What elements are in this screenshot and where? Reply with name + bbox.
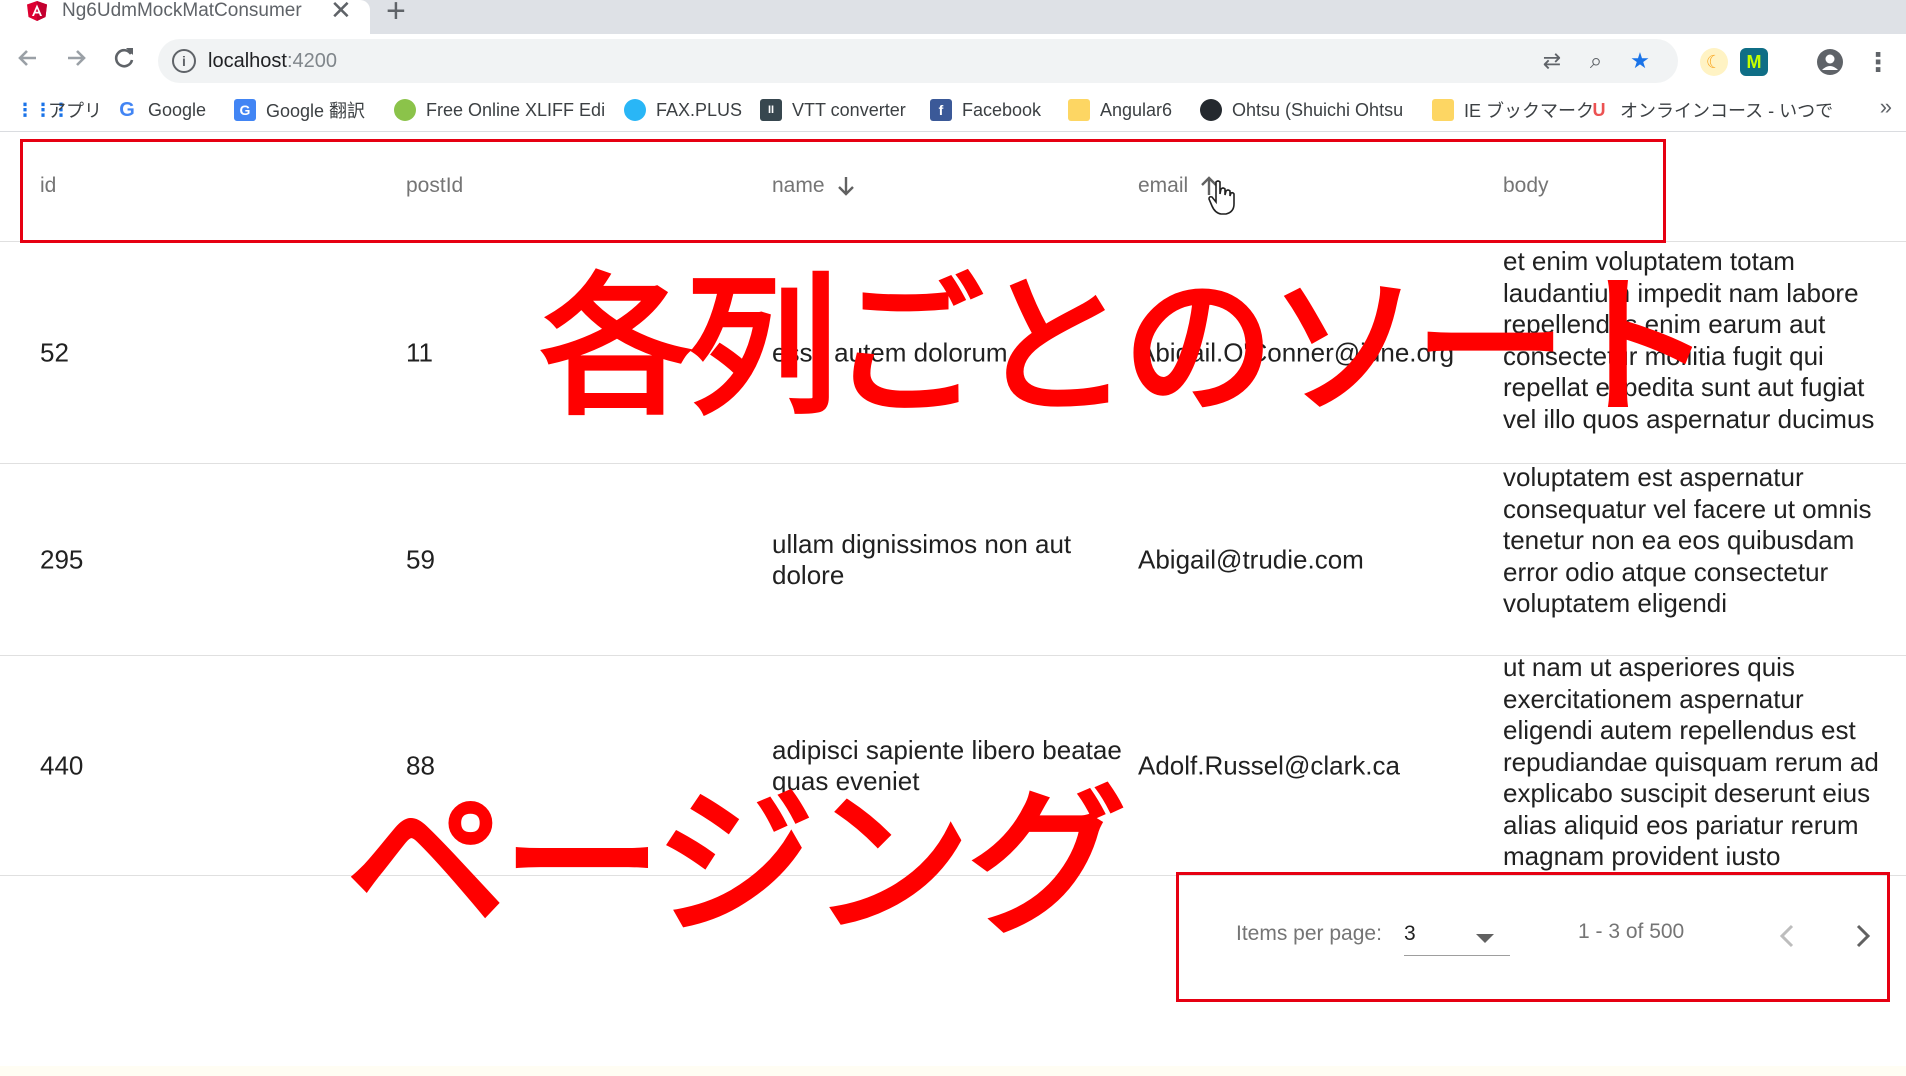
cell-email: Abigail@trudie.com [1138,544,1364,574]
bookmark-item[interactable]: U オンラインコース - いつで [1588,96,1834,124]
folder-icon [1068,99,1090,121]
reload-icon[interactable] [110,44,138,72]
bookmark-item[interactable]: FAX.PLUS [624,96,742,124]
close-tab-icon[interactable]: ✕ [330,0,352,23]
data-table: id postId name email body 52 11 esse aut… [0,132,1906,876]
extension-m-icon[interactable]: M [1740,48,1768,76]
extension-moon-icon[interactable]: ☾ [1700,48,1728,76]
bookmark-star-icon[interactable]: ★ [1626,47,1654,75]
table-row[interactable]: 295 59 ullam dignissimos non aut dolore … [0,462,1906,656]
bookmark-item[interactable]: G Google 翻訳 [234,96,365,124]
bookmark-item[interactable]: II VTT converter [760,96,906,124]
bookmark-item[interactable]: Angular6 [1068,96,1172,124]
bookmark-item[interactable]: Ohtsu (Shuichi Ohtsu [1200,96,1403,124]
cell-postid: 59 [406,544,435,574]
github-icon [1200,99,1222,121]
bookmark-item[interactable]: G Google [116,96,206,124]
cell-id: 52 [40,337,69,367]
cell-name: ullam dignissimos non aut dolore [772,528,1072,590]
xliff-icon [394,99,416,121]
tab-strip: Ng6UdmMockMatConsumer ✕ + [0,0,1906,34]
cell-id: 440 [40,750,84,780]
address-bar[interactable]: i localhost:4200 ⇄ ⌕ ★ [158,39,1678,83]
google-icon: G [119,99,135,121]
paging-annotation-caption: ページング [346,770,1127,957]
browser-toolbar: i localhost:4200 ⇄ ⌕ ★ ☾ M ⋮ [0,34,1906,88]
browser-window: Ng6UdmMockMatConsumer ✕ + i localhost:42… [0,0,1906,1076]
cell-email: Adolf.Russel@clark.ca [1138,750,1400,780]
browser-tab[interactable]: Ng6UdmMockMatConsumer ✕ [0,0,370,34]
bookmark-item[interactable]: ⋮⋮⋮ アプリ [16,96,102,124]
folder-icon [1432,99,1454,121]
cell-body: voluptatem est aspernatur consequatur ve… [1503,462,1872,618]
menu-icon[interactable]: ⋮ [1864,48,1892,76]
profile-icon[interactable] [1816,48,1844,76]
url-text: localhost:4200 [208,50,337,72]
fax-icon [624,99,646,121]
bookmark-item[interactable]: Free Online XLIFF Edi [394,96,605,124]
bookmark-item[interactable]: IE ブックマーク [1432,96,1594,124]
bookmarks-more-icon[interactable]: » [1880,94,1892,120]
bookmarks-bar: ⋮⋮⋮ アプリ G Google G Google 翻訳 Free Online… [0,88,1906,132]
back-icon[interactable] [14,44,42,72]
vtt-icon: II [760,99,782,121]
translate-page-icon[interactable]: ⇄ [1538,47,1566,75]
sort-annotation-caption: 各列ごとのソート [540,259,1712,436]
bookmark-item[interactable]: f Facebook [930,96,1041,124]
new-tab-button[interactable]: + [386,0,406,28]
apps-icon: ⋮⋮⋮ [16,100,70,120]
udemy-icon: U [1592,100,1606,120]
cell-id: 295 [40,544,84,574]
page-bottom-edge [0,1066,1906,1076]
cell-body: ut nam ut asperiores quis exercitationem… [1503,656,1879,871]
angular-icon [27,1,47,21]
forward-icon[interactable] [62,44,90,72]
cell-postid: 11 [406,337,433,367]
sort-highlight-box [20,139,1666,243]
tab-title: Ng6UdmMockMatConsumer [62,0,302,21]
translate-icon: G [234,99,256,121]
paging-highlight-box [1176,872,1890,1002]
zoom-icon[interactable]: ⌕ [1582,47,1610,75]
facebook-icon: f [930,99,952,121]
site-info-icon[interactable]: i [172,49,196,73]
